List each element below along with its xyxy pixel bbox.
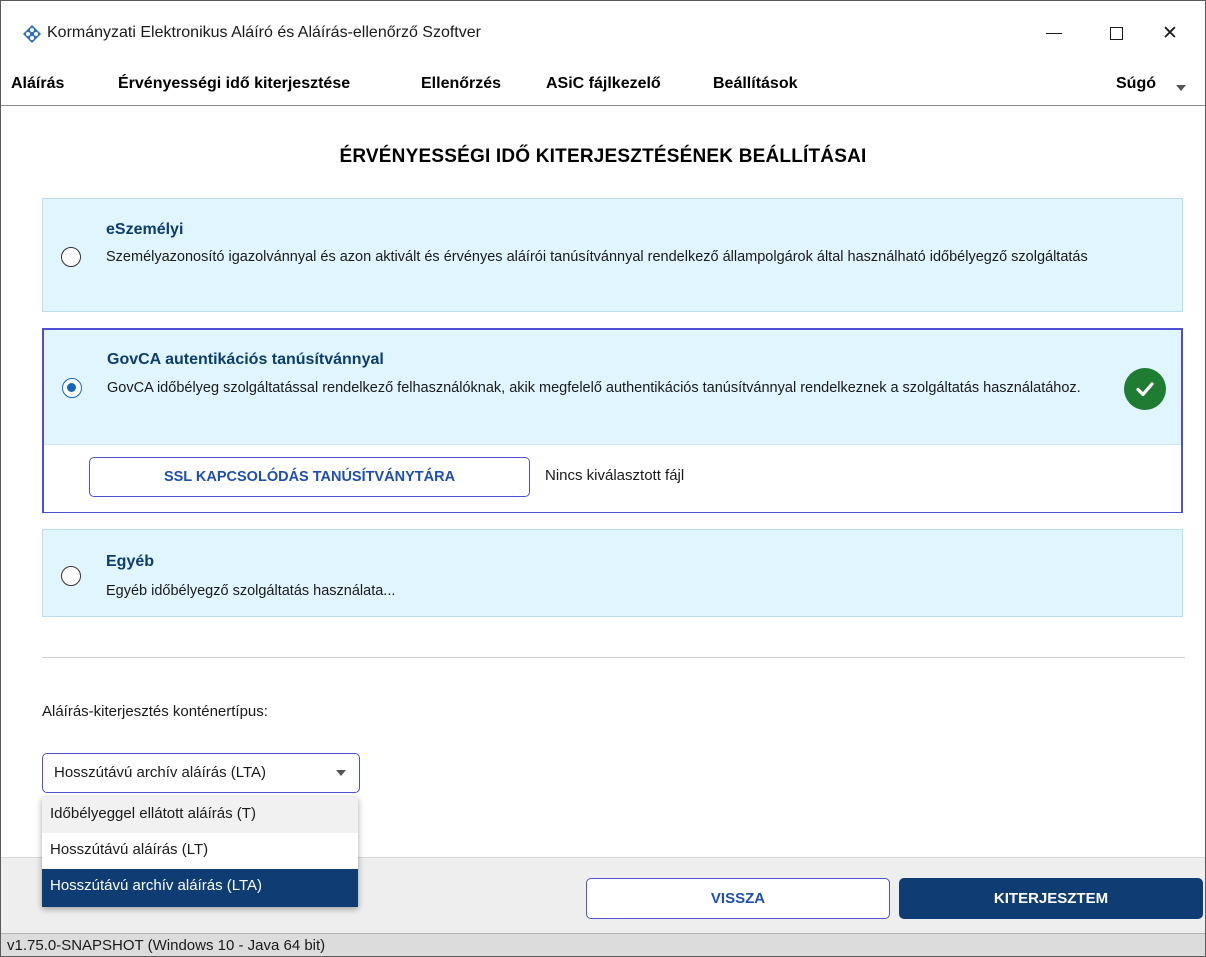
title-bar: Kormányzati Elektronikus Aláíró és Aláír…: [1, 1, 1205, 65]
version-status: v1.75.0-SNAPSHOT (Windows 10 - Java 64 b…: [7, 937, 326, 954]
close-button[interactable]: ✕: [1147, 15, 1193, 51]
option-other-radio[interactable]: [61, 566, 81, 586]
container-type-select[interactable]: Hosszútávú archív aláírás (LTA): [42, 753, 360, 793]
option-eszemelyi-title: eSzemélyi: [106, 221, 184, 238]
maximize-icon: [1109, 26, 1123, 40]
container-type-label: Aláírás-kiterjesztés konténertípus:: [42, 703, 268, 720]
option-eszemelyi-description: Személyazonosító igazolvánnyal és azon a…: [106, 249, 1088, 265]
help-chevron-down-icon[interactable]: [1176, 85, 1186, 91]
option-eszemelyi-radio[interactable]: [61, 247, 81, 267]
minimize-button[interactable]: [1031, 15, 1077, 51]
menu-settings[interactable]: Beállítások: [713, 75, 797, 93]
menu-help[interactable]: Súgó: [1116, 75, 1156, 93]
selected-check-icon: [1124, 368, 1166, 410]
option-other-card[interactable]: Egyéb Egyéb időbélyegző szolgáltatás has…: [42, 529, 1183, 617]
close-icon: ✕: [1162, 22, 1178, 44]
container-type-dropdown: Időbélyeggel ellátott aláírás (T) Hosszú…: [42, 797, 358, 907]
page-title: ÉRVÉNYESSÉGI IDŐ KITERJESZTÉSÉNEK BEÁLLÍ…: [339, 146, 867, 167]
option-other-title: Egyéb: [106, 553, 155, 570]
option-govca-radio[interactable]: [62, 378, 82, 398]
ssl-file-status: Nincs kiválasztott fájl: [545, 467, 685, 484]
section-divider: [42, 657, 1185, 658]
dropdown-option[interactable]: Hosszútávú aláírás (LT): [42, 833, 358, 869]
menu-asic-file-manager[interactable]: ASiC fájlkezelő: [546, 75, 661, 93]
extend-button[interactable]: KITERJESZTEM: [899, 878, 1203, 919]
menu-validity-extension[interactable]: Érvényességi idő kiterjesztése: [118, 75, 350, 93]
app-window: Kormányzati Elektronikus Aláíró és Aláír…: [0, 0, 1206, 957]
dropdown-option[interactable]: Időbélyeggel ellátott aláírás (T): [42, 797, 358, 833]
ssl-certificate-row: SSL KAPCSOLÓDÁS TANÚSÍTVÁNYTÁRA Nincs ki…: [44, 444, 1181, 512]
menu-signature[interactable]: Aláírás: [11, 75, 64, 93]
app-logo-icon: [23, 25, 41, 43]
window-title: Kormányzati Elektronikus Aláíró és Aláír…: [47, 24, 481, 41]
back-button[interactable]: VISSZA: [586, 878, 890, 919]
option-govca-card[interactable]: GovCA autentikációs tanúsítvánnyal GovCA…: [42, 328, 1183, 513]
status-bar: v1.75.0-SNAPSHOT (Windows 10 - Java 64 b…: [1, 933, 1205, 956]
dropdown-option-selected[interactable]: Hosszútávú archív aláírás (LTA): [42, 869, 358, 907]
option-eszemelyi-card[interactable]: eSzemélyi Személyazonosító igazolvánnyal…: [42, 198, 1183, 312]
container-type-value: Hosszútávú archív aláírás (LTA): [54, 764, 267, 781]
chevron-down-icon: [336, 770, 346, 776]
minimize-icon: [1046, 32, 1062, 34]
ssl-certificate-store-button[interactable]: SSL KAPCSOLÓDÁS TANÚSÍTVÁNYTÁRA: [89, 457, 530, 497]
option-govca-title: GovCA autentikációs tanúsítvánnyal: [107, 351, 384, 368]
menu-bar: Aláírás Érvényességi idő kiterjesztése E…: [1, 65, 1205, 106]
maximize-button[interactable]: [1093, 15, 1139, 51]
menu-verification[interactable]: Ellenőrzés: [421, 75, 501, 93]
option-govca-description: GovCA időbélyeg szolgáltatással rendelke…: [107, 380, 1081, 396]
option-other-description: Egyéb időbélyegző szolgáltatás használat…: [106, 583, 396, 599]
